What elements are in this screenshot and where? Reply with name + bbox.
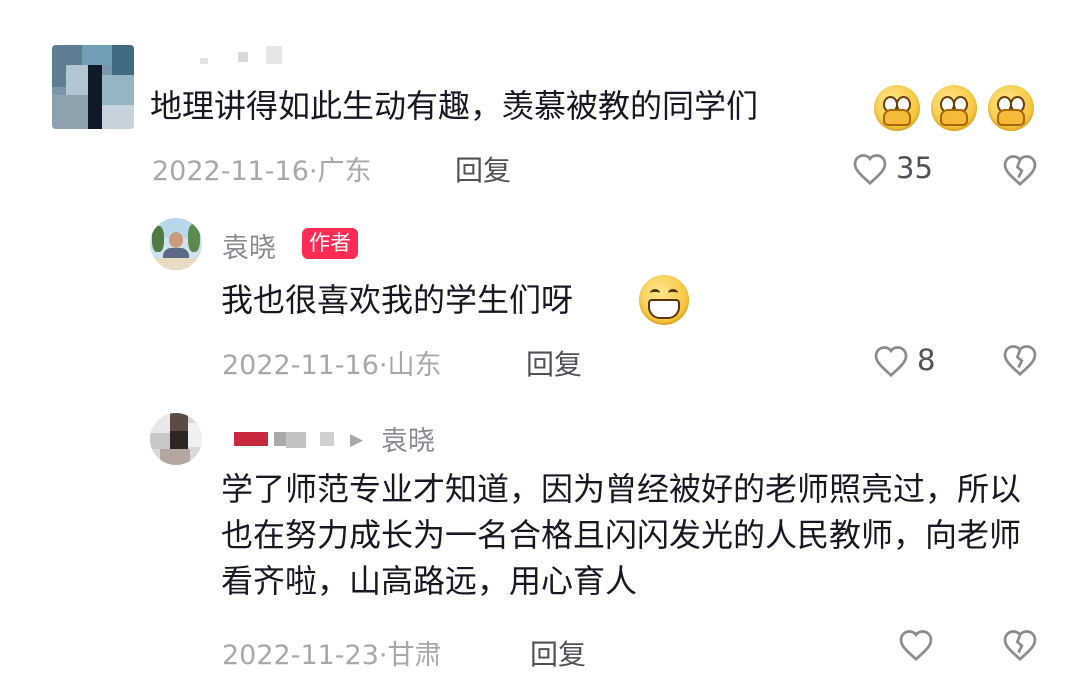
meta-separator: · — [308, 156, 318, 187]
cover-mouth-emoji — [988, 85, 1034, 131]
heart-icon — [874, 346, 908, 378]
heart-icon[interactable] — [898, 628, 934, 662]
comment-text: 地理讲得如此生动有趣，羡慕被教的同学们 — [150, 87, 759, 125]
comment-date: 2022-11-23 — [222, 640, 379, 671]
like-count: 8 — [917, 343, 936, 377]
like-count: 35 — [896, 151, 933, 185]
author-username[interactable]: 袁晓 — [222, 226, 276, 265]
like-button[interactable]: 35 — [852, 150, 952, 190]
reply-button[interactable]: 回复 — [530, 633, 586, 673]
dislike-icon[interactable] — [1002, 153, 1038, 187]
avatar[interactable] — [150, 218, 202, 270]
heart-icon — [853, 154, 887, 186]
username-blurred[interactable] — [200, 46, 290, 66]
comment-location: 山东 — [387, 350, 442, 381]
comment-location: 广东 — [317, 156, 372, 187]
cover-mouth-emoji — [874, 85, 920, 131]
comment-date: 2022-11-16 — [222, 350, 379, 381]
username-blurred[interactable] — [234, 428, 344, 450]
grin-emoji — [639, 275, 689, 325]
like-button[interactable]: 8 — [873, 342, 943, 382]
author-badge: 作者 — [302, 228, 358, 259]
reply-button[interactable]: 回复 — [455, 149, 511, 189]
dislike-icon[interactable] — [1002, 343, 1038, 377]
cover-mouth-emoji — [931, 85, 977, 131]
comment-text: 学了师范专业才知道，因为曾经被好的老师照亮过，所以也在努力成长为一名合格且闪闪发… — [221, 470, 1022, 600]
comment-date: 2022-11-16 — [152, 156, 309, 187]
comment-meta: 2022-11-16·山东 — [222, 343, 442, 382]
comment-text: 我也很喜欢我的学生们呀 — [221, 281, 574, 319]
avatar[interactable] — [150, 413, 202, 465]
avatar[interactable] — [52, 45, 134, 129]
comment-meta: 2022-11-16·广东 — [152, 149, 372, 188]
comment-location: 甘肃 — [387, 640, 442, 671]
meta-separator: · — [378, 350, 388, 381]
reply-button[interactable]: 回复 — [526, 343, 582, 383]
reply-to-arrow-icon: ▶ — [350, 430, 364, 450]
dislike-icon[interactable] — [1002, 628, 1038, 662]
reply-to-username[interactable]: 袁晓 — [381, 419, 435, 458]
meta-separator: · — [378, 640, 388, 671]
comment-meta: 2022-11-23·甘肃 — [222, 633, 442, 672]
